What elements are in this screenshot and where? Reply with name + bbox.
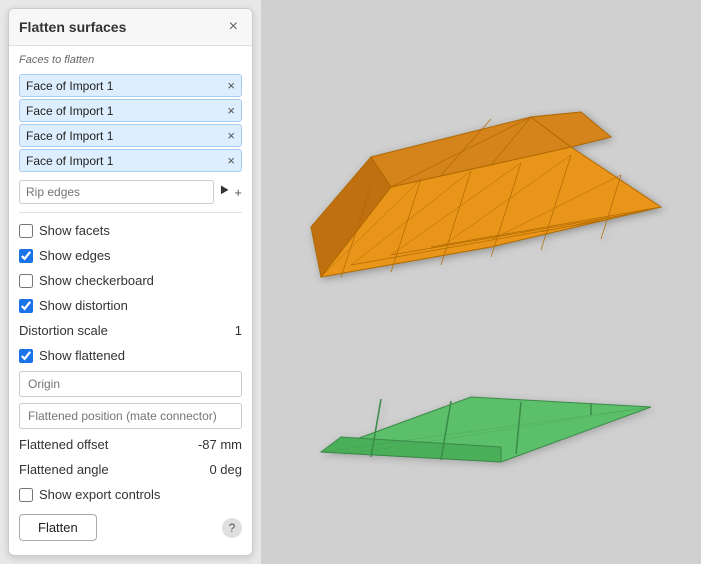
flatten-button[interactable]: Flatten [19,514,97,541]
show-export-controls-row: Show export controls [19,485,242,504]
flattened-offset-label: Flattened offset [19,437,108,452]
show-export-controls-label: Show export controls [39,487,160,502]
show-edges-label: Show edges [39,248,111,263]
show-distortion-row: Show distortion [19,296,242,315]
flattened-offset-value: -87 mm [198,437,242,452]
show-export-controls-checkbox[interactable] [19,488,33,502]
button-row: Flatten ? [19,510,242,543]
orange-mesh-svg [291,107,671,297]
flattened-angle-value: 0 deg [209,462,242,477]
show-facets-row: Show facets [19,221,242,240]
divider-1 [19,212,242,213]
mesh-3d-view [291,107,671,297]
flat-3d-view [301,307,661,467]
panel-title: Flatten surfaces [19,19,126,35]
select-cursor-icon: ⯈ [218,183,231,201]
face-item-2: Face of Import 1 × [19,99,242,122]
viewport [261,0,701,564]
rip-edges-input[interactable] [19,180,214,204]
flattened-angle-row: Flattened angle 0 deg [19,460,242,479]
close-button[interactable]: × [225,17,242,37]
rip-edges-row: ⯈ + [19,180,242,204]
remove-face-3-button[interactable]: × [227,128,235,143]
help-icon[interactable]: ? [222,518,242,538]
face-item-4: Face of Import 1 × [19,149,242,172]
remove-face-1-button[interactable]: × [227,78,235,93]
flattened-position-input[interactable] [19,403,242,429]
remove-face-4-button[interactable]: × [227,153,235,168]
show-edges-row: Show edges [19,246,242,265]
face-item-1: Face of Import 1 × [19,74,242,97]
face-item-label-4: Face of Import 1 [26,154,113,168]
origin-input[interactable] [19,371,242,397]
show-facets-checkbox[interactable] [19,224,33,238]
flattened-offset-row: Flattened offset -87 mm [19,435,242,454]
show-distortion-checkbox[interactable] [19,299,33,313]
face-item-label-1: Face of Import 1 [26,79,113,93]
flattened-angle-label: Flattened angle [19,462,109,477]
panel-body: Faces to flatten Face of Import 1 × Face… [9,46,252,555]
faces-section-label: Faces to flatten [19,54,242,66]
panel-header: Flatten surfaces × [9,9,252,46]
show-flattened-checkbox[interactable] [19,349,33,363]
show-checkerboard-label: Show checkerboard [39,273,154,288]
remove-face-2-button[interactable]: × [227,103,235,118]
face-item-label-3: Face of Import 1 [26,129,113,143]
faces-list: Face of Import 1 × Face of Import 1 × Fa… [19,74,242,172]
green-flat-svg [301,307,661,467]
add-rip-edges-button[interactable]: + [234,185,242,200]
show-checkerboard-row: Show checkerboard [19,271,242,290]
show-distortion-label: Show distortion [39,298,128,313]
distortion-scale-label: Distortion scale [19,323,108,338]
show-flattened-row: Show flattened [19,346,242,365]
show-flattened-label: Show flattened [39,348,125,363]
face-item-label-2: Face of Import 1 [26,104,113,118]
face-item-3: Face of Import 1 × [19,124,242,147]
show-edges-checkbox[interactable] [19,249,33,263]
distortion-scale-value: 1 [235,323,242,338]
show-checkerboard-checkbox[interactable] [19,274,33,288]
distortion-scale-row: Distortion scale 1 [19,321,242,340]
flatten-surfaces-panel: Flatten surfaces × Faces to flatten Face… [8,8,253,556]
show-facets-label: Show facets [39,223,110,238]
